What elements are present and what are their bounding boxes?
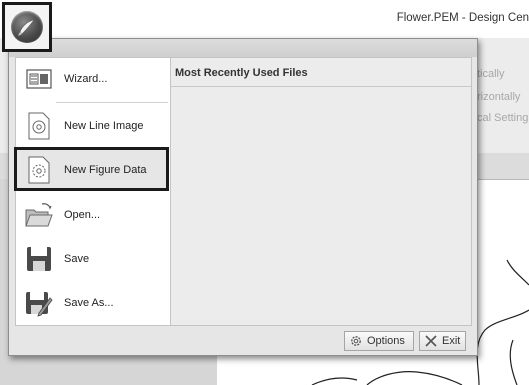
exit-label: Exit [442, 335, 461, 347]
exit-button[interactable]: Exit [419, 331, 466, 351]
close-icon [425, 335, 437, 347]
app-button-highlight [2, 2, 52, 52]
menu-item-label: Open... [64, 209, 101, 221]
folder-open-icon [24, 200, 54, 230]
recent-files-title: Most Recently Used Files [175, 67, 308, 79]
save-as-icon [24, 288, 54, 318]
menu-command-list: Wizard... New Line Image New Figure Data… [14, 57, 171, 326]
new-line-image-icon [24, 111, 54, 141]
menu-header [9, 39, 477, 57]
ribbon-item-vertically[interactable]: tically [477, 68, 505, 80]
application-menu: Wizard... New Line Image New Figure Data… [8, 38, 478, 356]
menu-item-open[interactable]: Open... [16, 194, 171, 236]
recent-files-divider [171, 86, 471, 87]
application-menu-button[interactable] [11, 11, 43, 43]
menu-separator [56, 102, 168, 103]
gear-icon [351, 336, 361, 346]
options-button[interactable]: Options [344, 331, 414, 351]
menu-item-label: Wizard... [64, 73, 108, 85]
ribbon-item-settings[interactable]: cal Setting [477, 112, 528, 124]
title-bar: Flower.PEM - Design Cen [0, 0, 529, 38]
menu-item-label: New Figure Data [64, 164, 147, 176]
menu-item-new-line-image[interactable]: New Line Image [16, 105, 171, 147]
menu-footer: Options Exit [9, 324, 477, 355]
wizard-icon [24, 64, 54, 94]
menu-item-label: Save [64, 253, 90, 265]
menu-item-save[interactable]: Save [16, 238, 171, 280]
menu-item-label: Save As... [64, 297, 114, 309]
menu-item-save-as[interactable]: Save As... [16, 282, 171, 324]
window-title: Flower.PEM - Design Cen [396, 12, 529, 24]
ribbon-item-horizontally[interactable]: rizontally [477, 91, 520, 103]
new-figure-data-icon [24, 155, 54, 185]
app-logo-icon [18, 19, 35, 36]
menu-item-wizard[interactable]: Wizard... [16, 58, 171, 100]
recent-files-panel: Most Recently Used Files [170, 57, 472, 326]
menu-item-label: New Line Image [64, 120, 144, 132]
options-label: Options [367, 335, 405, 347]
save-icon [24, 244, 54, 274]
menu-item-new-figure-data[interactable]: New Figure Data [14, 147, 171, 191]
